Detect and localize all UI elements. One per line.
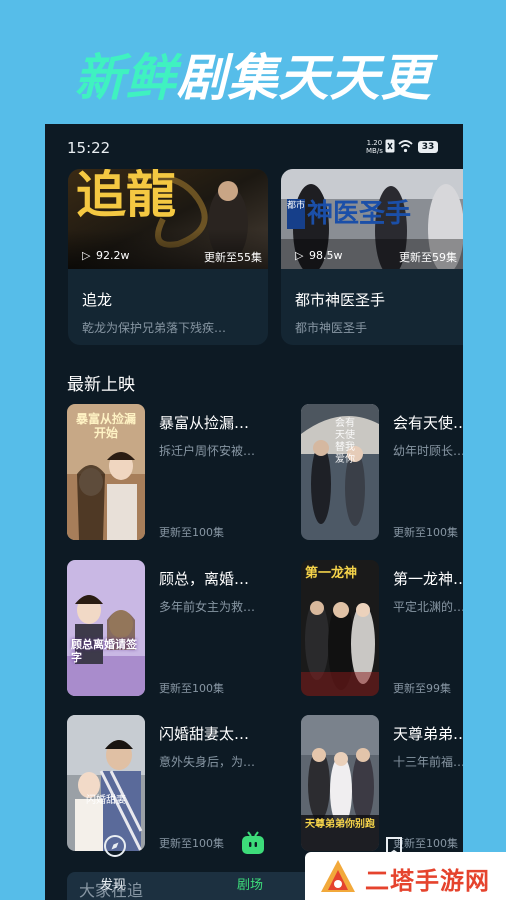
view-count: 92.2w bbox=[96, 249, 130, 262]
poster-title-art: 神医圣手 bbox=[307, 199, 412, 229]
show-title: 顾总，离婚… bbox=[159, 570, 250, 588]
show-item[interactable]: 暴富从捡漏开始 暴富从捡漏… 拆迁户周怀安被… 更新至100集 bbox=[67, 404, 299, 544]
show-update: 更新至100集 bbox=[159, 682, 224, 695]
episode-update: 更新至55集 bbox=[204, 251, 262, 264]
network-speed-unit: MB/s bbox=[366, 147, 383, 155]
featured-title: 追龙 bbox=[82, 291, 113, 309]
tab-theater[interactable]: 剧场 bbox=[237, 874, 263, 893]
show-desc: 平定北渊的… bbox=[393, 600, 463, 614]
compass-icon[interactable] bbox=[103, 834, 127, 858]
show-title: 第一龙神… bbox=[393, 570, 463, 588]
section-title: 最新上映 bbox=[67, 375, 135, 395]
show-update: 更新至100集 bbox=[159, 526, 224, 539]
show-desc: 多年前女主为救… bbox=[159, 600, 256, 614]
featured-desc: 都市神医圣手 bbox=[295, 321, 368, 335]
show-cover: 暴富从捡漏开始 bbox=[67, 404, 145, 540]
promo-highlight: 新鲜 bbox=[74, 49, 177, 107]
status-bar: 15:22 1.20 MB/s 33 bbox=[45, 124, 463, 170]
status-time: 15:22 bbox=[67, 139, 111, 157]
wifi-icon bbox=[398, 140, 413, 153]
show-item[interactable]: 第一龙神 第一龙神… 平定北渊的… 更新至99集 bbox=[301, 560, 463, 700]
show-desc: 意外失身后，为… bbox=[159, 755, 256, 769]
show-cover: 第一龙神 bbox=[301, 560, 379, 696]
show-update: 更新至100集 bbox=[393, 526, 458, 539]
network-speed: 1.20 MB/s bbox=[366, 139, 383, 155]
show-desc: 十三年前福… bbox=[393, 755, 463, 769]
featured-card[interactable]: 追龍 ▷ 92.2w 更新至55集 追龙 乾龙为保护兄弟落下残疾… bbox=[68, 169, 268, 345]
show-desc: 幼年时顾长… bbox=[393, 444, 463, 458]
featured-desc: 乾龙为保护兄弟落下残疾… bbox=[82, 321, 227, 335]
show-title: 会有天使… bbox=[393, 414, 463, 432]
show-item[interactable]: 会有天使替我爱你 会有天使… 幼年时顾长… 更新至100集 bbox=[301, 404, 463, 544]
featured-title: 都市神医圣手 bbox=[295, 291, 386, 309]
phone-screen: 15:22 1.20 MB/s 33 追龍 ▷ 92.2w 更新至55集 追龙 … bbox=[45, 124, 463, 900]
poster-title-art: 追龍 bbox=[76, 169, 176, 224]
featured-meta: ▷ 98.5w 更新至59集 bbox=[295, 249, 457, 265]
cover-title-art: 第一龙神 bbox=[305, 566, 358, 581]
show-item[interactable]: 顾总离婚请签字 顾总，离婚… 多年前女主为救… 更新至100集 bbox=[67, 560, 299, 700]
watermark-emblem-icon bbox=[321, 860, 355, 892]
watermark-logo: 二塔手游网 bbox=[305, 852, 506, 900]
show-title: 闪婚甜妻太… bbox=[159, 725, 250, 743]
tab-discover[interactable]: 发现 bbox=[100, 874, 126, 893]
play-icon: ▷ bbox=[295, 249, 304, 262]
battery-level: 33 bbox=[421, 142, 435, 152]
show-title: 天尊弟弟… bbox=[393, 725, 463, 743]
featured-card[interactable]: 都市 神医圣手 ▷ 98.5w 更新至59集 都市神医圣手 都市神医圣手 bbox=[281, 169, 463, 345]
episode-update: 更新至59集 bbox=[399, 251, 457, 264]
show-cover: 顾总离婚请签字 bbox=[67, 560, 145, 696]
cover-title-art: 暴富从捡漏开始 bbox=[75, 412, 136, 440]
tv-icon[interactable] bbox=[240, 830, 266, 856]
cover-title-art: 闪婚甜妻 bbox=[86, 795, 126, 806]
poster-tag: 都市 bbox=[287, 199, 305, 229]
network-speed-value: 1.20 bbox=[366, 139, 383, 147]
cover-title-art: 会有天使替我爱你 bbox=[335, 418, 355, 465]
promo-rest: 剧集天天更 bbox=[176, 49, 432, 107]
show-desc: 拆迁户周怀安被… bbox=[159, 444, 256, 458]
promo-headline: 新鲜剧集天天更 bbox=[0, 38, 506, 118]
play-icon: ▷ bbox=[82, 249, 91, 262]
view-count: 98.5w bbox=[309, 249, 343, 262]
watermark-text: 二塔手游网 bbox=[365, 867, 490, 895]
show-title: 暴富从捡漏… bbox=[159, 414, 250, 432]
battery-indicator: 33 bbox=[418, 141, 438, 153]
featured-meta: ▷ 92.2w 更新至55集 bbox=[82, 249, 262, 265]
show-update: 更新至99集 bbox=[393, 682, 451, 695]
sim-icon bbox=[385, 139, 395, 153]
show-cover: 会有天使替我爱你 bbox=[301, 404, 379, 540]
cover-title-art: 顾总离婚请签字 bbox=[71, 638, 137, 664]
